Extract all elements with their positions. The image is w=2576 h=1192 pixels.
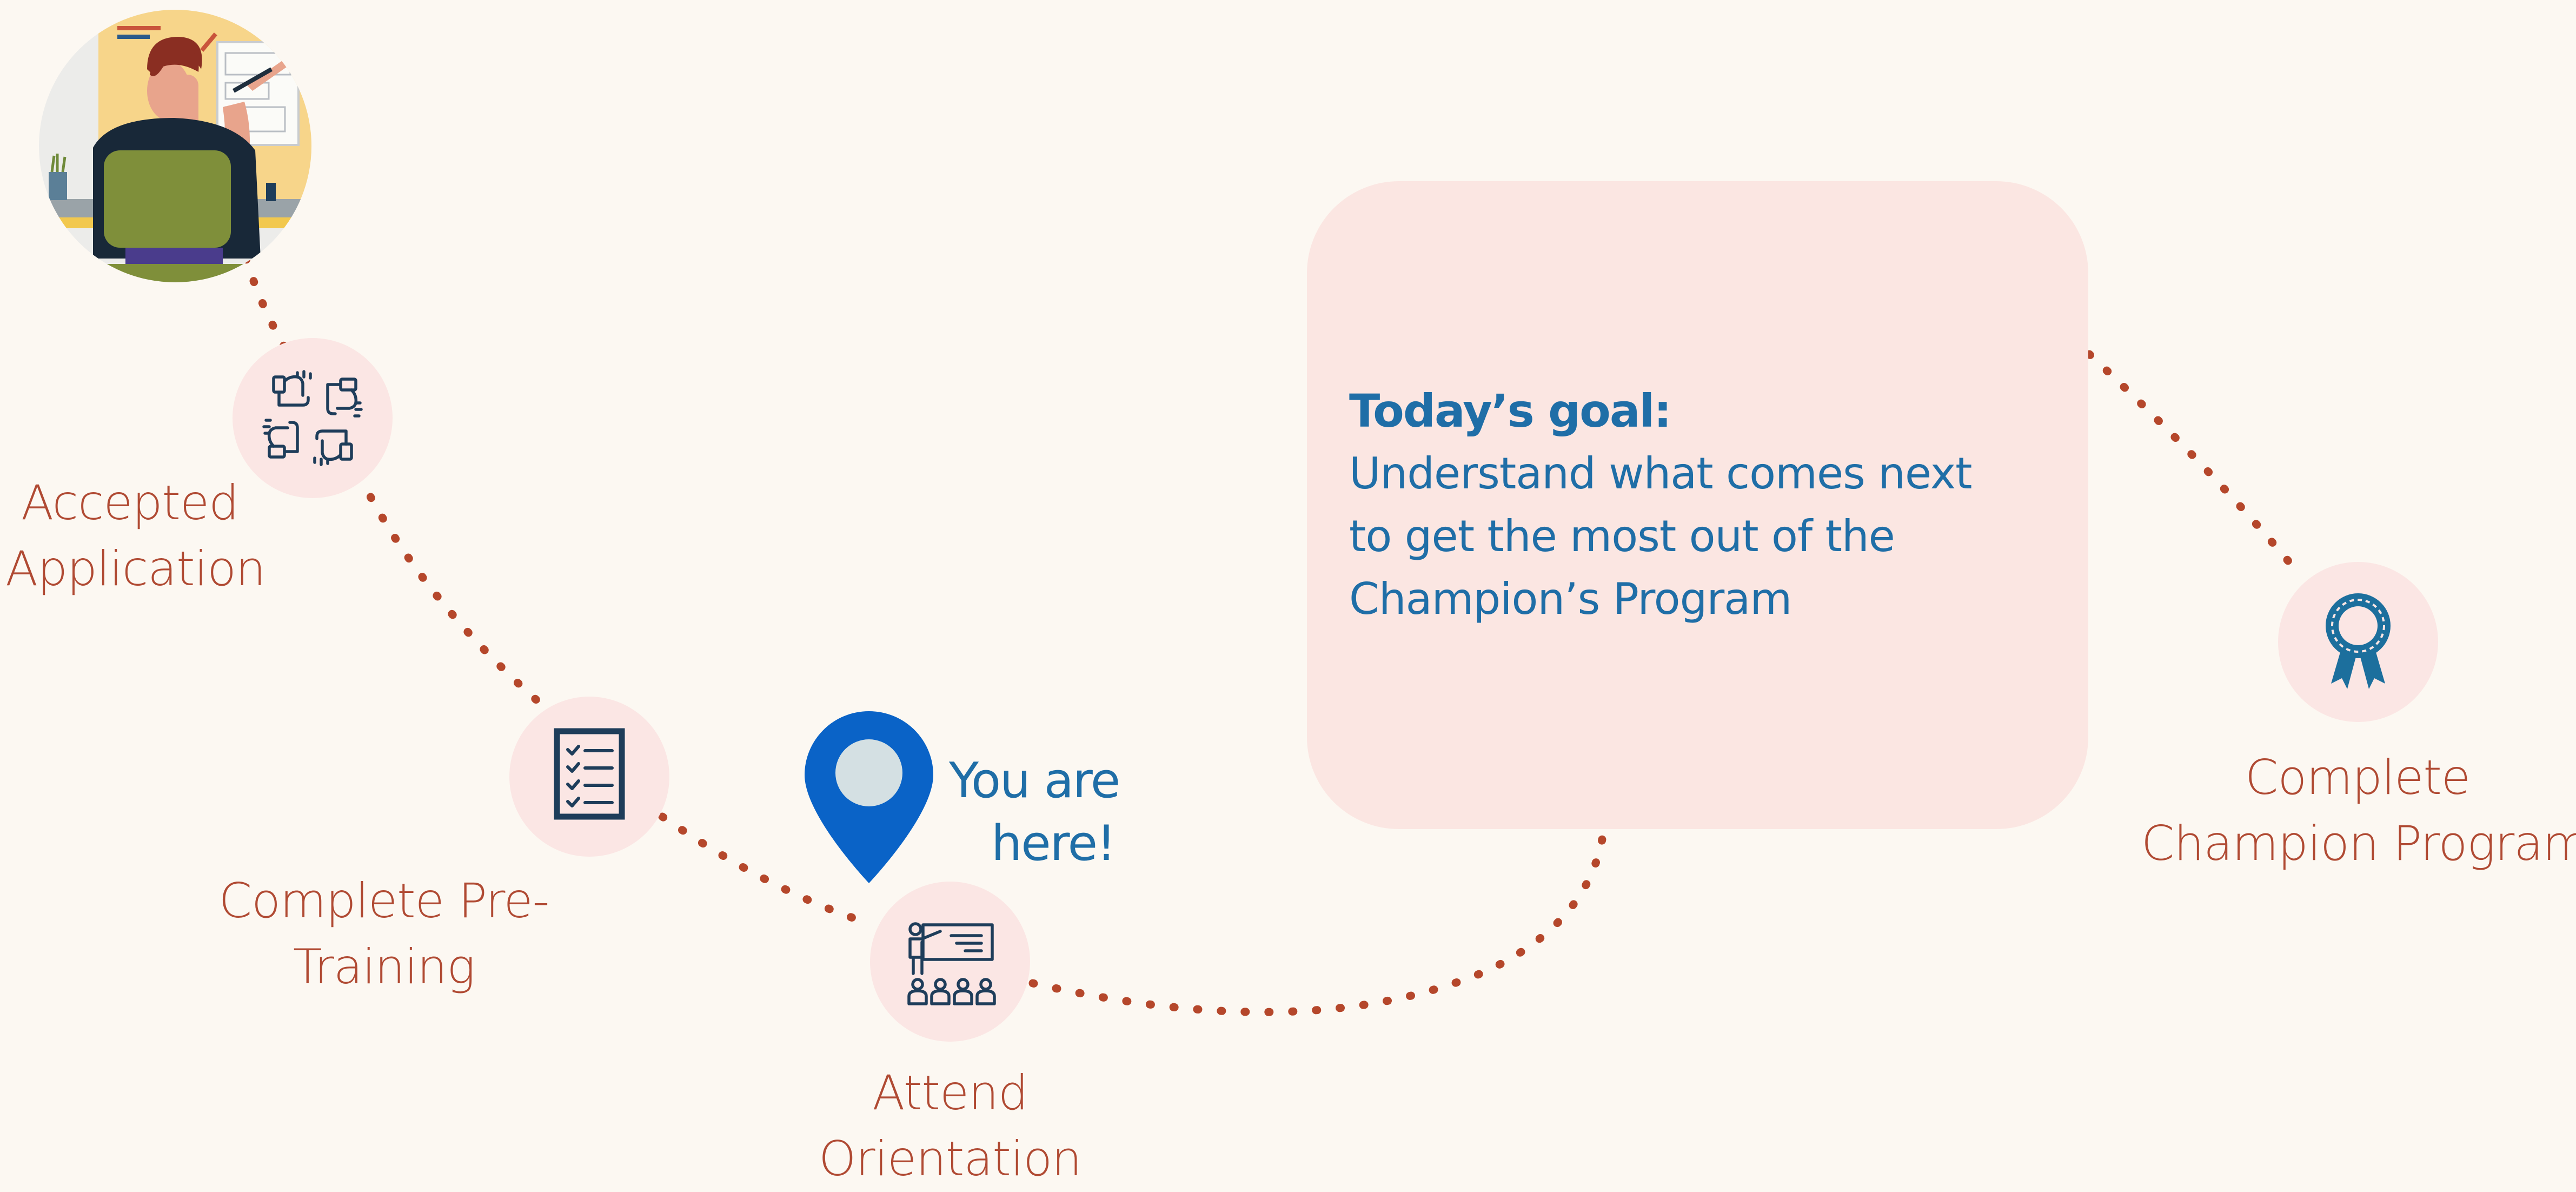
presentation-icon [907,922,996,1005]
step-champion-label: Complete Champion Program [2141,745,2576,877]
step-orientation-label-line-2: Orientation [819,1131,1082,1187]
step-champion-label-line-2: Champion Program [2141,816,2576,871]
journey-diagram: Accepted Application Complete Pre- Train… [0,0,2576,1187]
path-segment-goal-to-champion [2085,350,2305,580]
step-champion-label-line-1: Complete [2245,750,2471,805]
journey-path [242,254,2305,1016]
goal-line-1: Understand what comes next [1349,448,1973,499]
location-pin-icon [802,710,935,886]
step-pretraining-circle [509,697,669,857]
goal-description: Understand what comes next to get the mo… [1349,442,2047,631]
you-are-here-line-1: You are [949,752,1120,809]
step-orientation-circle [870,882,1030,1042]
step-orientation-label: Attend Orientation [815,1060,1085,1192]
step-pretraining-label-line-2: Training [293,939,475,995]
goal-line-2: to get the most out of the [1349,511,1895,561]
hands-teamwork-icon [262,370,363,466]
path-segment-accepted-to-pretraining [355,472,550,713]
step-accepted-label-line-1: Accepted [21,475,239,531]
step-accepted-circle [233,338,393,498]
award-ribbon-icon [2326,593,2391,689]
step-accepted-label-line-2: Application [5,541,266,597]
goal-title: Today’s goal: [1349,385,1672,438]
you-are-here-line-2: here! [991,815,1116,872]
goal-line-3: Champion’s Program [1349,574,1792,624]
step-accepted-label: Accepted Application [5,470,266,602]
person-illustration [39,10,311,282]
checklist-icon [554,728,625,820]
step-orientation-label-line-1: Attend [872,1065,1028,1121]
step-pretraining-label-line-1: Complete Pre- [218,873,550,929]
step-pretraining-label: Complete Pre- Training [216,868,552,1000]
step-champion-circle [2278,562,2438,722]
you-are-here-label: You are here! [949,750,1120,875]
